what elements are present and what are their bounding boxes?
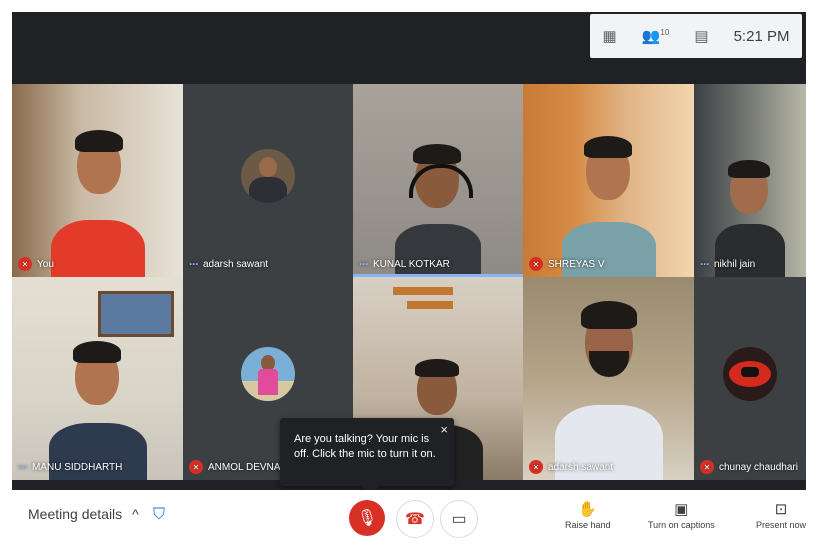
audio-level-icon: ··· [700,257,710,271]
avatar [241,346,295,401]
bottom-control-bar: Meeting details ^ ⛉ 🎙 ☎ ▭ ✋ Raise hand ▣… [0,490,818,547]
participant-video-figure [43,317,153,480]
participant-tile[interactable]: ··· nikhil jain [694,84,806,277]
people-icon[interactable]: 👥10 [642,27,670,45]
raise-hand-button[interactable]: ✋ Raise hand [565,500,611,530]
participant-name: ··· adarsh sawant [189,257,269,271]
avatar [723,346,777,401]
present-label: Present now [756,520,807,530]
chevron-up-icon: ^ [132,506,139,522]
top-status-bar: ▦ 👥10 ▤ 5:21 PM [590,14,802,58]
participant-tile[interactable]: ✕ chunay chaudhari [694,277,806,480]
participant-name: ✕ SHREYAS V [529,257,605,271]
audio-level-icon: ··· [18,460,28,474]
captions-button[interactable]: ▣ Turn on captions [648,500,715,530]
participant-name: ··· MANU SIDDHARTH [18,460,123,474]
audio-level-icon: ··· [359,257,369,271]
shelf [393,287,453,295]
mic-off-icon: 🎙 [356,510,378,527]
close-icon[interactable]: × [440,422,448,437]
participant-tile[interactable]: ··· adarsh sawant [183,84,353,277]
clock-time: 5:21 PM [733,27,790,45]
participant-name: ✕ adarsh sawant [529,460,613,474]
leave-call-button[interactable]: ☎ [396,500,434,538]
hand-icon: ✋ [578,501,598,518]
camera-toggle-button[interactable]: ▭ [440,500,478,538]
participant-video-figure [554,124,664,277]
participant-name: ✕ chunay chaudhari [700,460,798,474]
camera-icon: ▭ [451,511,467,528]
participant-count: 10 [660,28,670,37]
participant-tile[interactable]: ✕ adarsh sawant [523,277,694,480]
present-icon: ⊡ [774,501,788,518]
tooltip-message: Are you talking? Your mic is off. Click … [294,433,436,460]
participant-name: ··· KUNAL KOTKAR [359,257,450,271]
participant-name: ✕ ANMOL DEVNANI [189,460,290,474]
participant-video-figure [549,287,669,480]
mic-off-icon: ✕ [189,460,203,474]
meeting-details-button[interactable]: Meeting details ^ [28,506,139,522]
audio-level-icon: ··· [189,257,199,271]
mic-off-icon: ✕ [529,460,543,474]
present-now-button[interactable]: ⊡ Present now [756,500,806,530]
mic-off-tooltip: Are you talking? Your mic is off. Click … [280,418,454,495]
captions-icon: ▣ [674,501,689,518]
avatar [241,148,295,203]
participant-tile-active-speaker[interactable]: ··· KUNAL KOTKAR [353,84,523,277]
participant-tile[interactable]: ··· MANU SIDDHARTH [12,277,183,480]
mic-off-icon: ✕ [18,257,32,271]
mic-off-icon: ✕ [529,257,543,271]
mic-off-icon: ✕ [700,460,714,474]
raise-hand-label: Raise hand [565,520,611,530]
shelf [407,301,453,309]
participant-name: ✕ You [18,257,54,271]
chat-icon[interactable]: ▤ [694,27,708,45]
meeting-details-label: Meeting details [28,506,123,522]
participant-name: ··· nikhil jain [700,257,756,271]
hang-up-icon: ☎ [405,511,425,528]
info-icon[interactable]: ▦ [603,27,617,45]
microphone-toggle-button[interactable]: 🎙 [349,500,385,536]
participant-tile-you[interactable]: ✕ You [12,84,183,277]
captions-label: Turn on captions [648,520,715,530]
participant-video-figure [383,134,493,277]
google-meet-window: ▦ 👥10 ▤ 5:21 PM ✕ You ··· adarsh sawant … [0,0,818,547]
shield-icon[interactable]: ⛉ [150,504,168,526]
participant-tile[interactable]: ✕ SHREYAS V [523,84,694,277]
participant-video-figure [43,108,153,277]
